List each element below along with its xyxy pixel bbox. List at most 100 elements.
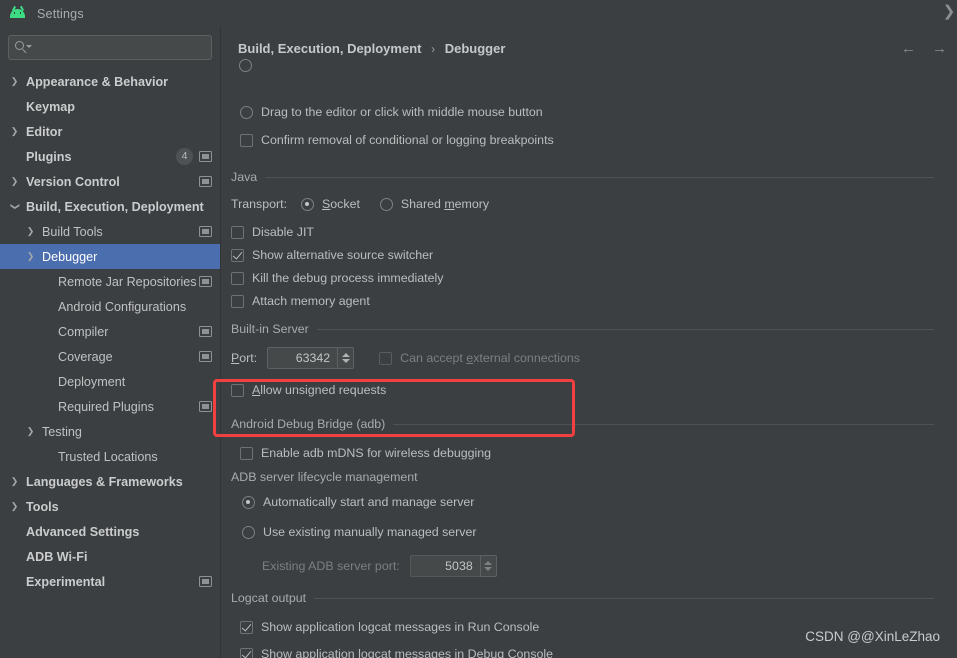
port-spinner[interactable]: 63342 — [267, 347, 355, 369]
panel-window-icon[interactable] — [199, 276, 212, 287]
sidebar-item-deployment[interactable]: Deployment — [0, 369, 220, 394]
settings-main-panel: Build, Execution, Deployment › Debugger … — [222, 27, 957, 658]
sidebar-item-plugins[interactable]: Plugins 4 — [0, 144, 220, 169]
option-enable-adb-mdns[interactable]: Enable adb mDNS for wireless debugging — [240, 446, 491, 460]
checkbox-disable-jit[interactable] — [231, 225, 244, 239]
option-logcat-run-console[interactable]: Show application logcat messages in Run … — [240, 620, 539, 634]
radio-shared-memory[interactable] — [379, 197, 393, 211]
sidebar-item-label: Appearance & Behavior — [26, 74, 169, 89]
option-disable-jit[interactable]: Disable JIT — [231, 225, 314, 239]
sidebar-item-remote-jar-repositories[interactable]: Remote Jar Repositories — [0, 269, 220, 294]
arrow-left-icon[interactable]: ← — [901, 41, 916, 56]
sidebar-item-required-plugins[interactable]: Required Plugins — [0, 394, 220, 419]
radio-auto-start-server[interactable] — [242, 495, 255, 509]
chevron-right-icon[interactable] — [24, 252, 37, 262]
panel-window-icon[interactable] — [199, 326, 212, 337]
sidebar-item-experimental[interactable]: Experimental — [0, 569, 220, 594]
checkbox-logcat-run-console[interactable] — [240, 620, 253, 634]
chevron-right-icon[interactable] — [8, 177, 21, 187]
search-input[interactable] — [32, 40, 205, 55]
panel-window-icon[interactable] — [199, 226, 212, 237]
sidebar-item-compiler[interactable]: Compiler — [0, 319, 220, 344]
sidebar-item-build-tools[interactable]: Build Tools — [0, 219, 220, 244]
sidebar-item-appearance-behavior[interactable]: Appearance & Behavior — [0, 69, 220, 94]
sidebar-item-advanced-settings[interactable]: Advanced Settings — [0, 519, 220, 544]
option-use-existing-server[interactable]: Use existing manually managed server — [242, 525, 477, 539]
close-icon[interactable]: ❯ — [938, 2, 957, 22]
breadcrumb-root[interactable]: Build, Execution, Deployment — [238, 41, 421, 56]
spinner-down-icon[interactable] — [484, 567, 493, 571]
sidebar-item-trusted-locations[interactable]: Trusted Locations — [0, 444, 220, 469]
chevron-down-icon[interactable] — [8, 202, 21, 212]
search-box[interactable] — [8, 35, 212, 60]
option-allow-unsigned[interactable]: Allow unsigned requests — [231, 383, 386, 397]
sidebar-item-version-control[interactable]: Version Control — [0, 169, 220, 194]
sidebar-item-label: Deployment — [58, 374, 126, 389]
existing-adb-port-spinner[interactable]: 5038 — [409, 555, 497, 577]
arrow-right-icon[interactable]: → — [932, 41, 947, 56]
chevron-right-icon[interactable] — [24, 427, 37, 437]
label-disable-jit: Disable JIT — [252, 225, 314, 239]
sidebar-item-tools[interactable]: Tools — [0, 494, 220, 519]
option-kill-debug-process[interactable]: Kill the debug process immediately — [231, 271, 443, 285]
checkbox-attach-memory-agent[interactable] — [231, 294, 244, 308]
label-allow-unsigned: Allow unsigned requests — [252, 383, 387, 397]
existing-adb-port-input[interactable]: 5038 — [409, 555, 480, 577]
checkbox-allow-unsigned[interactable] — [231, 383, 244, 397]
sidebar-item-languages-frameworks[interactable]: Languages & Frameworks — [0, 469, 220, 494]
checkbox-confirm-removal[interactable] — [240, 133, 253, 147]
section-divider — [314, 597, 934, 599]
chevron-right-icon[interactable] — [8, 77, 21, 87]
sidebar-item-label: Build, Execution, Deployment — [26, 199, 204, 214]
port-row: Port: 63342 Can accept external connecti… — [231, 347, 580, 369]
panel-window-icon[interactable] — [199, 151, 212, 162]
port-spinner-buttons[interactable] — [337, 347, 355, 369]
option-auto-start-server[interactable]: Automatically start and manage server — [242, 495, 474, 509]
sidebar-item-android-configurations[interactable]: Android Configurations — [0, 294, 220, 319]
chevron-right-icon[interactable] — [8, 127, 21, 137]
sidebar-item-label: Version Control — [26, 174, 120, 189]
checkbox-can-accept-external[interactable] — [379, 351, 393, 365]
spinner-up-icon[interactable] — [341, 353, 350, 357]
radio-use-existing-server[interactable] — [242, 525, 255, 539]
android-studio-logo — [9, 5, 26, 22]
sidebar-item-label: Remote Jar Repositories — [58, 274, 197, 289]
radio-socket[interactable] — [301, 197, 315, 211]
spinner-down-icon[interactable] — [341, 359, 350, 363]
checkbox-kill-debug-process[interactable] — [231, 271, 244, 285]
option-drag-to-editor[interactable]: Drag to the editor or click with middle … — [240, 105, 543, 119]
section-logcat: Logcat output — [231, 591, 934, 605]
section-logcat-title: Logcat output — [231, 591, 307, 605]
chevron-right-icon[interactable] — [8, 502, 21, 512]
checkbox-show-alt-source-switcher[interactable] — [231, 248, 244, 262]
sidebar-item-coverage[interactable]: Coverage — [0, 344, 220, 369]
scrolled-partial-radio[interactable] — [239, 59, 252, 72]
sidebar-item-adb-wi-fi[interactable]: ADB Wi-Fi — [0, 544, 220, 569]
sidebar-item-build-execution-deployment[interactable]: Build, Execution, Deployment — [0, 194, 220, 219]
panel-window-icon[interactable] — [199, 176, 212, 187]
watermark-text: CSDN @@XinLeZhao — [805, 629, 940, 644]
option-confirm-removal[interactable]: Confirm removal of conditional or loggin… — [240, 133, 554, 147]
option-logcat-debug-console[interactable]: Show application logcat messages in Debu… — [240, 647, 553, 658]
sidebar-item-editor[interactable]: Editor — [0, 119, 220, 144]
label-can-accept-external: Can accept external connections — [400, 351, 580, 365]
panel-window-icon[interactable] — [199, 576, 212, 587]
port-input[interactable]: 63342 — [267, 347, 338, 369]
option-attach-memory-agent[interactable]: Attach memory agent — [231, 294, 370, 308]
breadcrumb-leaf: Debugger — [444, 41, 506, 56]
option-show-alt-source-switcher[interactable]: Show alternative source switcher — [231, 248, 433, 262]
chevron-right-icon[interactable] — [24, 227, 37, 237]
sidebar-item-debugger[interactable]: Debugger — [0, 244, 220, 269]
transport-row: Transport: Socket Shared memory — [231, 197, 489, 211]
chevron-right-icon[interactable] — [8, 477, 21, 487]
spinner-up-icon[interactable] — [484, 561, 493, 565]
radio-drag-to-editor[interactable] — [240, 105, 253, 119]
checkbox-enable-adb-mdns[interactable] — [240, 446, 253, 460]
panel-window-icon[interactable] — [199, 351, 212, 362]
panel-window-icon[interactable] — [199, 401, 212, 412]
existing-port-spinner-buttons[interactable] — [479, 555, 497, 577]
sidebar-item-keymap[interactable]: Keymap — [0, 94, 220, 119]
sidebar-item-testing[interactable]: Testing — [0, 419, 220, 444]
checkbox-logcat-debug-console[interactable] — [240, 647, 253, 658]
section-divider — [265, 176, 934, 178]
